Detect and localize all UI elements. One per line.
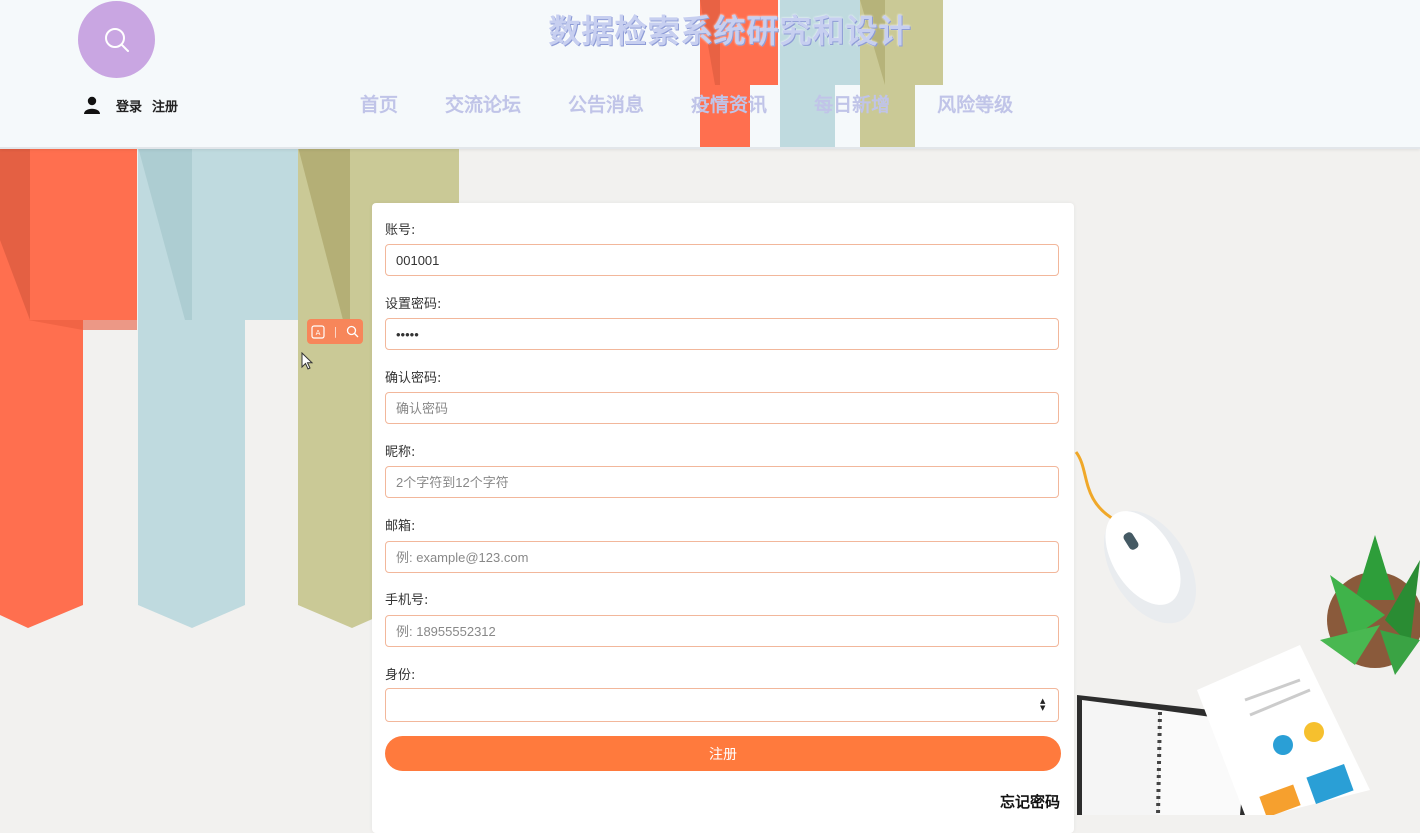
password-label: 设置密码:: [385, 297, 442, 312]
confirm-password-label: 确认密码:: [385, 371, 442, 386]
updown-arrows-icon: ▲ ▼: [1040, 697, 1046, 712]
user-links: 登录 注册: [84, 95, 178, 115]
mouse-cursor-icon: [301, 352, 314, 370]
register-link[interactable]: 注册: [152, 96, 178, 115]
nav-item-forum[interactable]: 交流论坛: [445, 90, 521, 118]
nickname-label: 昵称:: [385, 445, 416, 460]
user-icon: [84, 96, 100, 114]
svg-text:A: A: [316, 329, 321, 337]
search-icon: [104, 27, 129, 52]
register-submit-button[interactable]: 注册: [385, 736, 1061, 771]
nav-item-epidemic-news[interactable]: 疫情资讯: [691, 90, 767, 118]
main-nav: 首页 交流论坛 公告消息 疫情资讯 每日新增 风险等级: [360, 90, 1060, 118]
nav-item-daily-new[interactable]: 每日新增: [814, 90, 890, 118]
translate-icon[interactable]: A: [311, 324, 325, 339]
phone-label: 手机号:: [385, 593, 429, 608]
email-label: 邮箱:: [385, 519, 416, 534]
login-link[interactable]: 登录: [116, 96, 142, 115]
account-label: 账号:: [385, 223, 416, 238]
role-select[interactable]: ▲ ▼: [385, 688, 1059, 722]
password-input[interactable]: [385, 318, 1059, 350]
floating-translate-toolbar: A |: [307, 319, 363, 344]
nav-item-announcements[interactable]: 公告消息: [568, 90, 644, 118]
email-input[interactable]: [385, 541, 1059, 573]
role-label: 身份:: [385, 668, 416, 683]
nickname-input[interactable]: [385, 466, 1059, 498]
nav-item-risk-level[interactable]: 风险等级: [937, 90, 1013, 118]
search-icon[interactable]: [346, 325, 359, 338]
confirm-password-input[interactable]: [385, 392, 1059, 424]
register-form: 账号: 设置密码: 确认密码: 昵称: 邮箱: 手机号: 身份: ▲▼ 注册 忘…: [372, 203, 1074, 833]
forgot-password-link[interactable]: 忘记密码: [1000, 791, 1060, 812]
logo-search-button[interactable]: [78, 1, 155, 78]
account-input[interactable]: [385, 244, 1059, 276]
phone-input[interactable]: [385, 615, 1059, 647]
top-header: 数据检索系统研究和设计 登录 注册 首页 交流论坛 公告消息 疫情资讯 每日新增…: [0, 0, 1420, 149]
site-title: 数据检索系统研究和设计: [548, 12, 912, 50]
nav-item-home[interactable]: 首页: [360, 90, 398, 118]
